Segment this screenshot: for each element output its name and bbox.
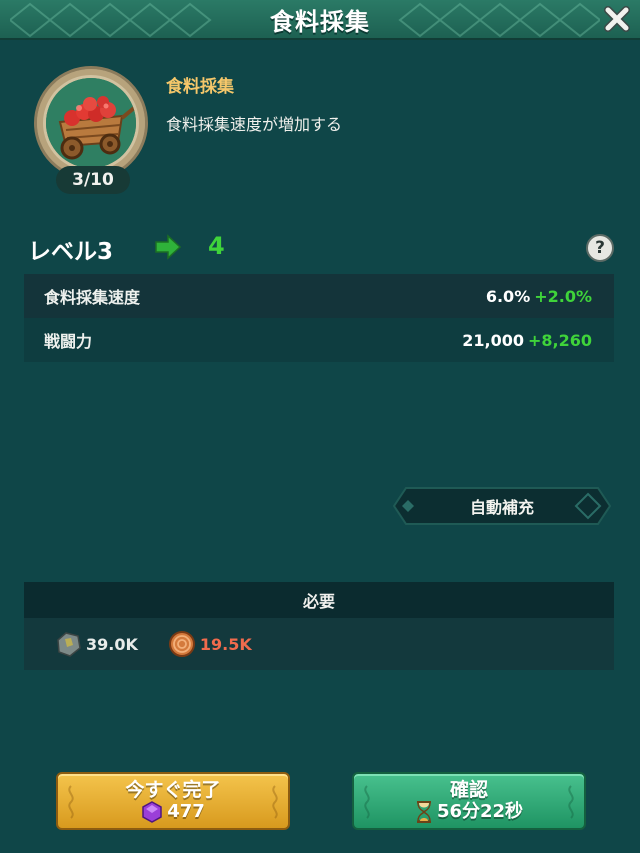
stats-table: 食料採集速度 6.0% +2.0% 戦闘力 21,000 +8,260 (24, 274, 614, 362)
header-ornament-left (10, 2, 212, 38)
requirement-stone: 39.0K (54, 630, 138, 658)
upgrade-time: 56分22秒 (436, 801, 524, 822)
arrow-right-icon (155, 234, 182, 260)
help-button[interactable]: ? (586, 234, 614, 262)
stat-bonus-value: +8,260 (527, 330, 592, 350)
skill-description: 食料採集速度が増加する (166, 115, 343, 134)
gem-cost: 477 (167, 801, 205, 822)
close-icon (604, 6, 630, 32)
confirm-label: 確認 (449, 779, 488, 801)
level-row: レベル3 4 ? (28, 230, 614, 266)
stat-row-power: 戦闘力 21,000 +8,260 (24, 318, 614, 362)
stat-label: 食料採集速度 (44, 288, 141, 307)
requirement-value: 19.5K (199, 634, 252, 654)
gem-icon (142, 801, 162, 823)
requirements-header: 必要 (24, 582, 614, 618)
stone-icon (57, 632, 81, 657)
knot-ornament-icon (364, 785, 370, 819)
title-bar: 食料採集 (0, 0, 640, 40)
stat-label: 戦闘力 (44, 332, 93, 351)
knot-ornament-icon (568, 785, 574, 819)
auto-refill-button[interactable]: 自動補充 (392, 486, 612, 526)
requirement-value: 39.0K (86, 634, 138, 654)
skill-name: 食料採集 (166, 77, 234, 97)
next-level: 4 (208, 232, 225, 260)
question-icon: ? (595, 238, 605, 258)
close-button[interactable] (600, 2, 634, 36)
page-title: 食料採集 (270, 7, 370, 36)
knot-ornament-icon (68, 785, 74, 819)
instant-complete-label: 今すぐ完了 (125, 779, 221, 801)
instant-complete-button[interactable]: 今すぐ完了 477 (56, 772, 290, 830)
stat-row-gather-speed: 食料採集速度 6.0% +2.0% (24, 274, 614, 318)
skill-icon-frame (34, 66, 148, 180)
header-ornament-right (398, 2, 600, 38)
confirm-button[interactable]: 確認 56分22秒 (352, 772, 586, 830)
stat-bonus-value: +2.0% (534, 286, 592, 306)
skill-progress-badge: 3/10 (56, 166, 130, 194)
requirements-list: 39.0K 19.5K (24, 618, 614, 670)
auto-refill-label: 自動補充 (469, 498, 534, 517)
hourglass-icon (416, 801, 431, 823)
food-cart-icon (46, 78, 136, 168)
wood-log-icon (168, 631, 195, 657)
stat-current-value: 21,000 (462, 330, 524, 350)
stat-current-value: 6.0% (485, 286, 531, 306)
requirement-wood: 19.5K (168, 630, 252, 658)
current-level: レベル3 (28, 239, 114, 265)
knot-ornament-icon (272, 785, 278, 819)
